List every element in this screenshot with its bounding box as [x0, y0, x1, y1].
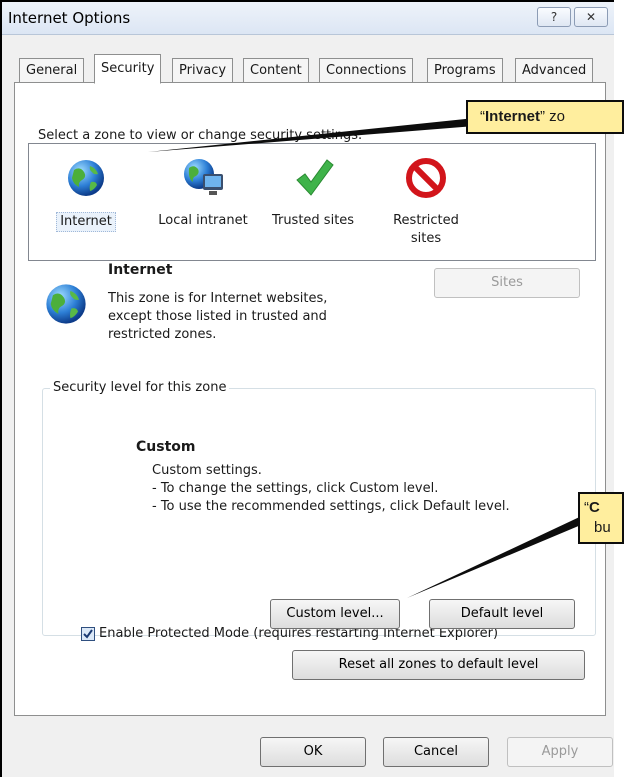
callout-text-bold: Internet [485, 108, 541, 125]
callout-text: bu [594, 519, 611, 536]
tab-security[interactable]: Security [94, 54, 162, 84]
internet-zone-callout: “Internet” zo [466, 100, 624, 134]
internet-callout-pointer [148, 118, 475, 152]
callout-text-bold: C [589, 499, 600, 516]
callout-text: ” zo [540, 108, 566, 125]
custom-level-callout-pointer [407, 513, 588, 598]
tab-label: Security [101, 61, 155, 76]
custom-level-callout: “C bu [578, 492, 624, 544]
